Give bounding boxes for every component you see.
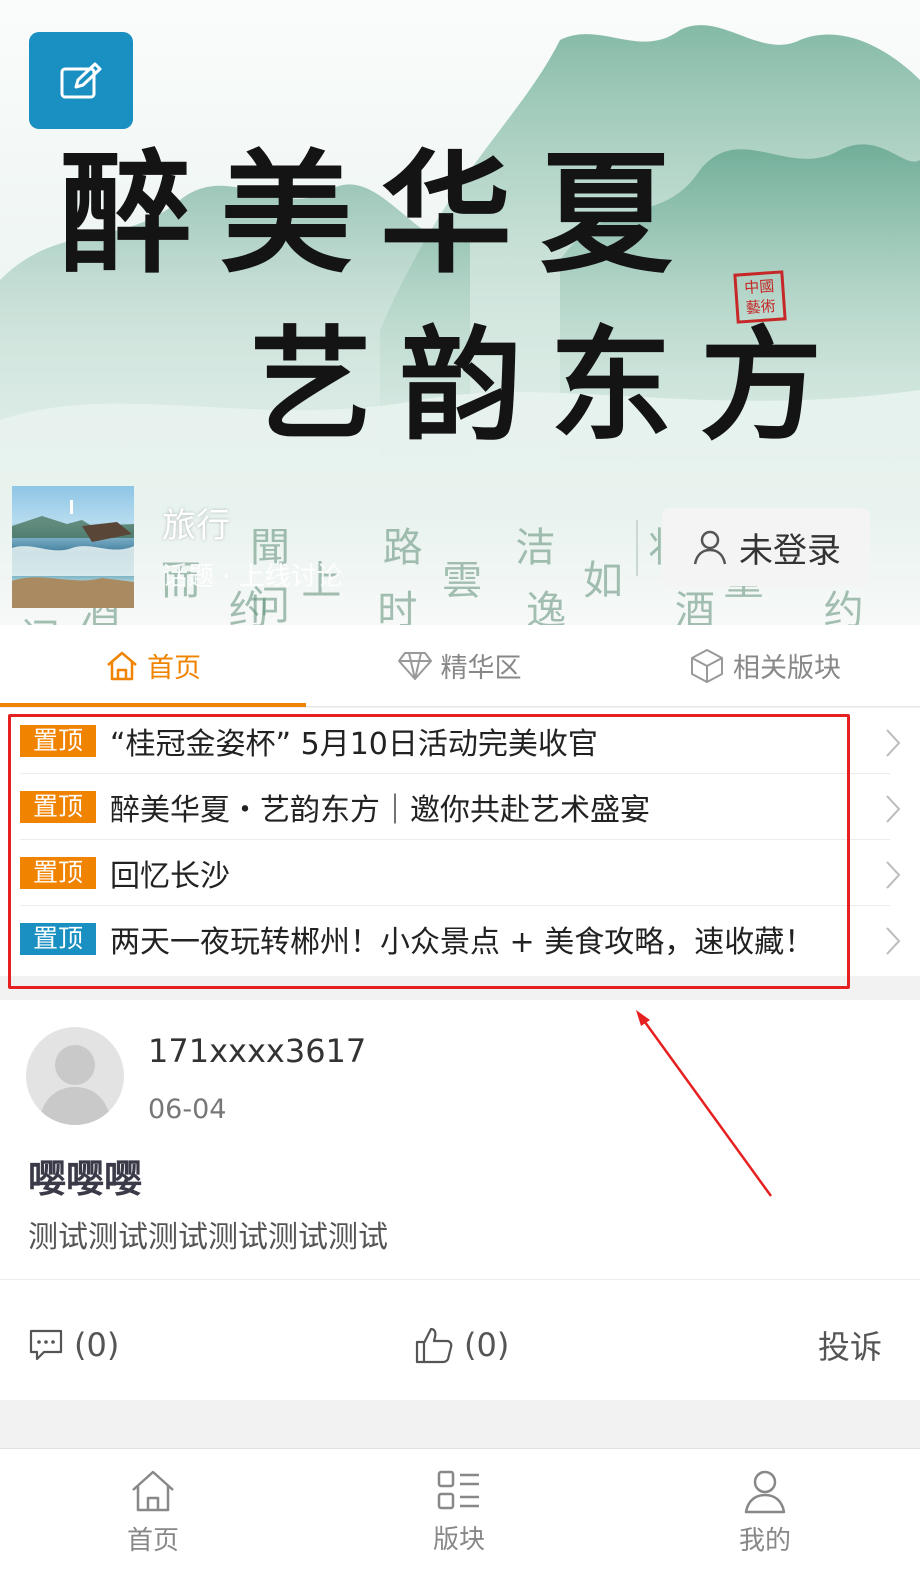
like-count: (0): [464, 1326, 510, 1364]
post-author[interactable]: 171xxxx3617: [148, 1032, 366, 1070]
tab-home[interactable]: 首页: [0, 625, 306, 707]
default-avatar-icon: [38, 1045, 112, 1125]
post-date: 06-04: [148, 1094, 227, 1125]
grid-list-icon: [437, 1470, 479, 1510]
home-icon: [107, 651, 137, 680]
pinned-badge: 置顶: [20, 790, 96, 823]
comment-icon: [29, 1329, 63, 1361]
board-subtitle: 话题 · 上线讨论: [162, 562, 343, 592]
edit-icon: [60, 62, 102, 98]
tab-label: 精华区: [440, 653, 522, 684]
bottom-navigation: 首页 版块 我的: [0, 1448, 920, 1576]
nav-label: 版块: [432, 1525, 485, 1555]
nav-boards[interactable]: 版块: [306, 1449, 612, 1576]
board-tabs: 首页 精华区 相关版块: [0, 625, 920, 707]
cube-icon: [691, 648, 723, 683]
pinned-post-item[interactable]: 置顶 醉美华夏・艺韵东方｜邀你共赴艺术盛宴: [20, 774, 901, 840]
report-button[interactable]: 投诉: [818, 1310, 882, 1380]
user-icon: [744, 1470, 786, 1514]
board-banner: 醉美华夏 艺韵东方 中國藝術 聞 路 洁 妆 借 问 问 而 上 雲 如 童 问…: [0, 0, 920, 625]
pinned-badge: 置顶: [20, 724, 96, 757]
report-label: 投诉: [818, 1328, 883, 1366]
board-thumbnail: [12, 486, 134, 608]
vertical-divider: [636, 520, 638, 576]
chevron-right-icon: [886, 795, 901, 823]
nav-home[interactable]: 首页: [0, 1449, 306, 1576]
banner-title-line2: 艺韵东方: [250, 313, 850, 457]
tab-related-boards[interactable]: 相关版块: [612, 625, 918, 706]
login-button[interactable]: 未登录: [662, 508, 870, 586]
comment-count: (0): [74, 1326, 120, 1364]
comment-button[interactable]: (0): [28, 1310, 119, 1380]
avatar[interactable]: [26, 1027, 124, 1125]
pinned-post-title: 两天一夜玩转郴州！小众景点 + 美食攻略，速收藏！: [110, 925, 815, 960]
nav-profile[interactable]: 我的: [612, 1449, 918, 1576]
pinned-post-item[interactable]: 置顶 两天一夜玩转郴州！小众景点 + 美食攻略，速收藏！: [20, 906, 901, 972]
pinned-badge: 置顶: [20, 856, 96, 889]
pinned-badge: 置顶: [20, 923, 96, 955]
thumbs-up-icon: [415, 1327, 453, 1364]
chevron-right-icon: [886, 927, 901, 955]
like-button[interactable]: (0): [414, 1310, 509, 1380]
post-actions: (0) (0) 投诉: [0, 1310, 920, 1380]
diamond-icon: [397, 651, 432, 680]
tab-label: 相关版块: [733, 653, 841, 684]
pinned-posts-list: 置顶 “桂冠金姿杯” 5月10日活动完美收官 置顶 醉美华夏・艺韵东方｜邀你共赴…: [0, 708, 920, 976]
tab-label: 首页: [147, 653, 201, 684]
pinned-post-item[interactable]: 置顶 “桂冠金姿杯” 5月10日活动完美收官: [20, 708, 901, 774]
divider: [0, 1279, 920, 1280]
chevron-right-icon: [886, 861, 901, 889]
edit-post-button[interactable]: [29, 32, 133, 129]
board-name: 旅行: [162, 506, 230, 546]
pinned-post-item[interactable]: 置顶 回忆长沙: [20, 840, 901, 906]
user-icon: [693, 530, 727, 565]
pinned-post-title: 回忆长沙: [110, 858, 230, 894]
pinned-post-title: “桂冠金姿杯” 5月10日活动完美收官: [110, 726, 598, 762]
banner-title-line1: 醉美华夏: [60, 137, 700, 292]
pinned-post-title: 醉美华夏・艺韵东方｜邀你共赴艺术盛宴: [110, 792, 650, 828]
chevron-right-icon: [886, 729, 901, 757]
nav-label: 首页: [126, 1526, 179, 1556]
post-body: 测试测试测试测试测试测试: [28, 1220, 388, 1255]
tab-featured[interactable]: 精华区: [306, 625, 612, 706]
post-card[interactable]: 171xxxx3617 06-04 嘤嘤嘤 测试测试测试测试测试测试 (0) (…: [0, 1000, 920, 1400]
login-label: 未登录: [739, 530, 841, 571]
post-title[interactable]: 嘤嘤嘤: [28, 1148, 142, 1203]
red-seal-stamp: 中國藝術: [733, 270, 787, 324]
nav-label: 我的: [738, 1526, 791, 1556]
home-icon: [132, 1470, 174, 1512]
